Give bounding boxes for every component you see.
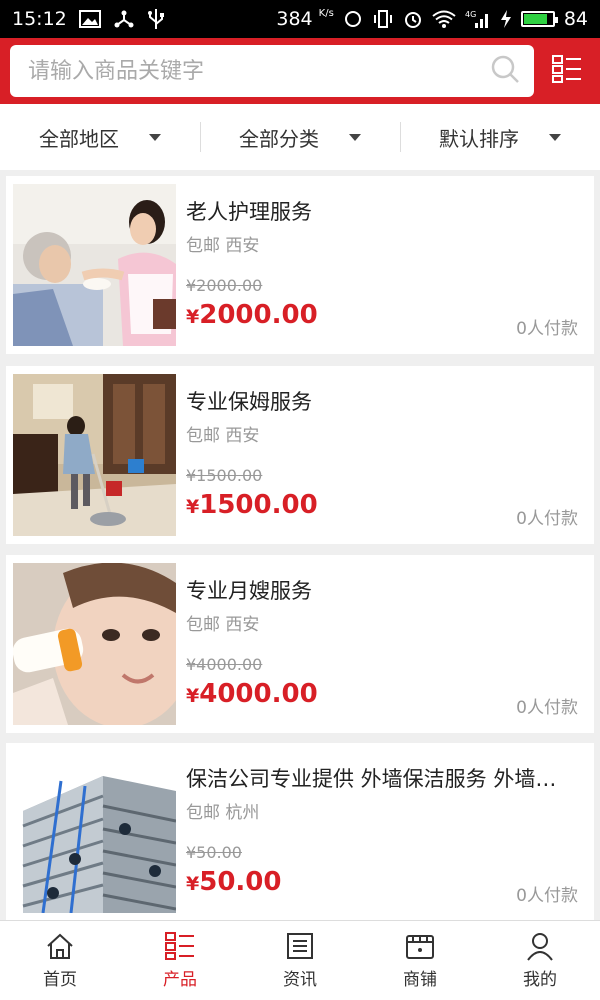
product-card[interactable]: 保洁公司专业提供 外墙保洁服务 外墙… 包邮 杭州 ¥50.00 ¥50.00 … (6, 743, 594, 920)
wifi-icon (432, 10, 456, 28)
nav-products[interactable]: 产品 (120, 921, 240, 1000)
product-shipping: 包邮 西安 (186, 426, 260, 446)
bottom-nav: 首页 产品 资讯 商铺 我的 (0, 920, 600, 1000)
sync-icon (343, 9, 363, 29)
vibrate-icon (372, 9, 394, 29)
filter-bar: 全部地区 全部分类 默认排序 (0, 104, 600, 170)
svg-text:4G: 4G (465, 10, 476, 19)
product-image-housekeeping[interactable] (13, 374, 176, 536)
nav-products-label: 产品 (163, 970, 197, 990)
product-original-price: ¥1500.00 (186, 466, 263, 485)
charging-icon (500, 9, 512, 29)
usb-icon (147, 8, 165, 30)
product-paid-count: 0人付款 (516, 319, 578, 339)
battery-icon (520, 11, 558, 27)
nav-mine[interactable]: 我的 (480, 921, 600, 1000)
product-price: ¥1500.00 (186, 490, 318, 520)
filter-region[interactable]: 全部地区 (0, 104, 200, 170)
product-shipping: 包邮 西安 (186, 236, 260, 256)
caret-down-icon (549, 133, 561, 141)
user-icon (525, 931, 555, 961)
product-image-window-cleaning[interactable] (13, 751, 176, 913)
header (0, 38, 600, 104)
product-price: ¥4000.00 (186, 679, 318, 709)
nav-news[interactable]: 资讯 (240, 921, 360, 1000)
category-menu-button[interactable] (534, 38, 600, 104)
filter-sort[interactable]: 默认排序 (400, 104, 600, 170)
product-card[interactable]: 专业月嫂服务 包邮 西安 ¥4000.00 ¥4000.00 0人付款 (6, 555, 594, 733)
share-icon (113, 9, 135, 29)
news-icon (285, 931, 315, 961)
filter-region-label: 全部地区 (39, 126, 119, 151)
home-icon (45, 931, 75, 961)
caret-down-icon (349, 133, 361, 141)
net-speed: 384 K/s (276, 8, 334, 30)
product-image-elderly-care[interactable] (13, 184, 176, 346)
product-paid-count: 0人付款 (516, 698, 578, 718)
product-paid-count: 0人付款 (516, 886, 578, 906)
product-paid-count: 0人付款 (516, 509, 578, 529)
image-icon (78, 10, 101, 28)
signal-icon: 4G (465, 9, 491, 29)
status-bar: 15:12 384 K/s 4G 84 (0, 0, 600, 38)
product-title[interactable]: 保洁公司专业提供 外墙保洁服务 外墙… (186, 763, 586, 793)
alarm-icon (403, 9, 423, 29)
product-list: 老人护理服务 包邮 西安 ¥2000.00 ¥2000.00 0人付款 专业保姆… (0, 176, 600, 920)
product-card[interactable]: 老人护理服务 包邮 西安 ¥2000.00 ¥2000.00 0人付款 (6, 176, 594, 354)
product-original-price: ¥50.00 (186, 843, 242, 862)
filter-category-label: 全部分类 (239, 126, 319, 151)
product-shipping: 包邮 杭州 (186, 803, 260, 823)
product-title[interactable]: 专业月嫂服务 (186, 575, 586, 605)
product-price: ¥2000.00 (186, 300, 318, 330)
category-list-icon (552, 55, 582, 87)
nav-news-label: 资讯 (283, 970, 317, 990)
product-title[interactable]: 专业保姆服务 (186, 386, 586, 416)
product-original-price: ¥2000.00 (186, 276, 263, 295)
product-image-maternity-nurse[interactable] (13, 563, 176, 725)
nav-mine-label: 我的 (523, 970, 557, 990)
search-icon[interactable] (490, 54, 520, 88)
nav-home[interactable]: 首页 (0, 921, 120, 1000)
search-input[interactable] (28, 58, 490, 84)
product-shipping: 包邮 西安 (186, 615, 260, 635)
caret-down-icon (149, 133, 161, 141)
filter-sort-label: 默认排序 (439, 126, 519, 151)
status-time: 15:12 (12, 8, 67, 30)
nav-home-label: 首页 (43, 970, 77, 990)
battery-percent: 84 (563, 8, 588, 30)
filter-category[interactable]: 全部分类 (200, 104, 400, 170)
nav-store-label: 商铺 (403, 970, 437, 990)
nav-store[interactable]: 商铺 (360, 921, 480, 1000)
product-title[interactable]: 老人护理服务 (186, 196, 586, 226)
store-icon (404, 931, 436, 961)
product-original-price: ¥4000.00 (186, 655, 263, 674)
search-box[interactable] (10, 45, 534, 97)
product-price: ¥50.00 (186, 867, 282, 897)
product-card[interactable]: 专业保姆服务 包邮 西安 ¥1500.00 ¥1500.00 0人付款 (6, 366, 594, 544)
product-list-icon (164, 931, 196, 961)
